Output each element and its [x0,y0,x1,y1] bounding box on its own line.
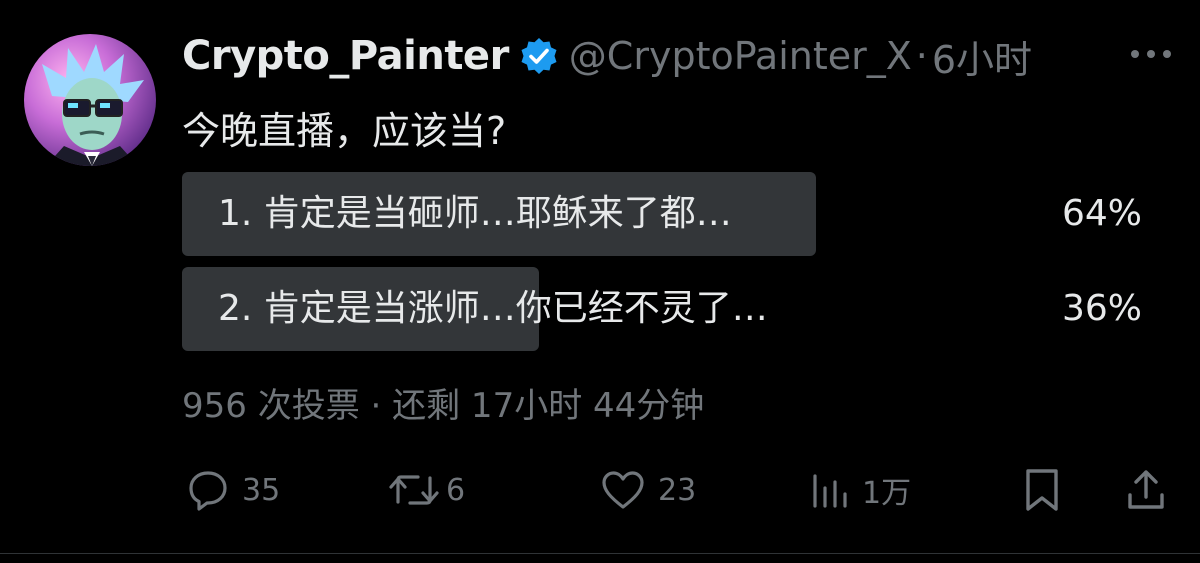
retweet-count: 6 [446,472,466,508]
poll-option-2[interactable]: 2. 肯定是当涨师…你已经不灵了… 36% [182,267,1142,351]
separator-dot: · [915,34,928,78]
bookmark-button[interactable] [1022,462,1062,518]
share-icon [1128,470,1164,509]
reply-count: 35 [242,472,281,508]
poll-option-percent-1: 64% [1061,193,1142,234]
tweet-header: Crypto_Painter @CryptoPainter_X · 6小时 [182,28,1032,84]
poll-option-percent-2: 36% [1061,288,1142,329]
reply-icon [189,471,227,511]
retweet-icon [389,475,439,505]
action-bar: 35 6 23 1万 [182,462,1172,518]
retweet-button[interactable]: 6 [388,462,465,518]
poll-option-label-2: 2. 肯定是当涨师…你已经不灵了… [218,288,768,329]
avatar-image [24,34,156,166]
share-button[interactable] [1126,462,1166,518]
bookmark-icon [1026,469,1058,511]
avatar[interactable] [24,34,156,166]
views-chart-icon [813,474,847,508]
poll-meta: 956 次投票 · 还剩 17小时 44分钟 [182,386,705,426]
views-button[interactable]: 1万 [810,462,911,518]
reply-button[interactable]: 35 [186,462,280,518]
poll-option-1[interactable]: 1. 肯定是当砸师…耶稣来了都… 64% [182,172,1142,256]
verified-badge-icon [521,38,557,74]
divider [0,553,1200,554]
views-count: 1万 [862,476,912,511]
display-name[interactable]: Crypto_Painter [182,33,509,79]
like-button[interactable]: 23 [600,462,696,518]
like-count: 23 [658,472,697,508]
heart-icon [602,471,644,509]
more-dots-icon[interactable] [1128,44,1174,64]
poll-option-label-1: 1. 肯定是当砸师…耶稣来了都… [218,193,732,234]
timestamp[interactable]: 6小时 [932,29,1032,84]
tweet-text: 今晚直播，应该当? [182,109,507,153]
user-handle[interactable]: @CryptoPainter_X [569,34,912,78]
